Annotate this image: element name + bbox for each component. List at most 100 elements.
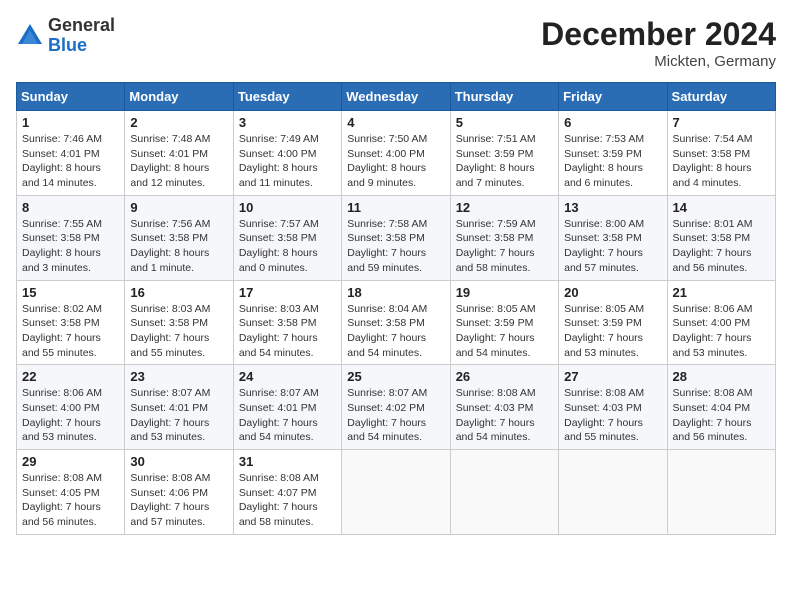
day-number: 7 bbox=[673, 115, 770, 130]
day-info: Sunrise: 7:59 AM Sunset: 3:58 PM Dayligh… bbox=[456, 217, 553, 276]
calendar-cell: 3 Sunrise: 7:49 AM Sunset: 4:00 PM Dayli… bbox=[233, 111, 341, 196]
day-number: 30 bbox=[130, 454, 227, 469]
day-info: Sunrise: 8:08 AM Sunset: 4:05 PM Dayligh… bbox=[22, 471, 119, 530]
calendar-cell: 12 Sunrise: 7:59 AM Sunset: 3:58 PM Dayl… bbox=[450, 195, 558, 280]
logo-icon bbox=[16, 22, 44, 50]
day-number: 31 bbox=[239, 454, 336, 469]
calendar-cell: 10 Sunrise: 7:57 AM Sunset: 3:58 PM Dayl… bbox=[233, 195, 341, 280]
day-info: Sunrise: 7:50 AM Sunset: 4:00 PM Dayligh… bbox=[347, 132, 444, 191]
calendar-cell: 31 Sunrise: 8:08 AM Sunset: 4:07 PM Dayl… bbox=[233, 450, 341, 535]
day-info: Sunrise: 7:48 AM Sunset: 4:01 PM Dayligh… bbox=[130, 132, 227, 191]
calendar-cell: 8 Sunrise: 7:55 AM Sunset: 3:58 PM Dayli… bbox=[17, 195, 125, 280]
weekday-header: Monday bbox=[125, 83, 233, 111]
day-info: Sunrise: 7:53 AM Sunset: 3:59 PM Dayligh… bbox=[564, 132, 661, 191]
day-info: Sunrise: 8:02 AM Sunset: 3:58 PM Dayligh… bbox=[22, 302, 119, 361]
calendar-cell: 15 Sunrise: 8:02 AM Sunset: 3:58 PM Dayl… bbox=[17, 280, 125, 365]
day-info: Sunrise: 8:06 AM Sunset: 4:00 PM Dayligh… bbox=[673, 302, 770, 361]
logo: General Blue bbox=[16, 16, 115, 56]
day-info: Sunrise: 8:08 AM Sunset: 4:04 PM Dayligh… bbox=[673, 386, 770, 445]
month-title: December 2024 bbox=[541, 16, 776, 53]
day-number: 10 bbox=[239, 200, 336, 215]
calendar-cell: 6 Sunrise: 7:53 AM Sunset: 3:59 PM Dayli… bbox=[559, 111, 667, 196]
calendar-cell bbox=[667, 450, 775, 535]
day-number: 24 bbox=[239, 369, 336, 384]
day-number: 25 bbox=[347, 369, 444, 384]
day-info: Sunrise: 8:05 AM Sunset: 3:59 PM Dayligh… bbox=[564, 302, 661, 361]
calendar-cell: 5 Sunrise: 7:51 AM Sunset: 3:59 PM Dayli… bbox=[450, 111, 558, 196]
day-info: Sunrise: 8:08 AM Sunset: 4:06 PM Dayligh… bbox=[130, 471, 227, 530]
day-info: Sunrise: 7:54 AM Sunset: 3:58 PM Dayligh… bbox=[673, 132, 770, 191]
day-number: 4 bbox=[347, 115, 444, 130]
calendar-cell bbox=[342, 450, 450, 535]
calendar-cell: 14 Sunrise: 8:01 AM Sunset: 3:58 PM Dayl… bbox=[667, 195, 775, 280]
day-number: 27 bbox=[564, 369, 661, 384]
day-number: 5 bbox=[456, 115, 553, 130]
day-number: 6 bbox=[564, 115, 661, 130]
day-info: Sunrise: 8:04 AM Sunset: 3:58 PM Dayligh… bbox=[347, 302, 444, 361]
calendar-cell: 2 Sunrise: 7:48 AM Sunset: 4:01 PM Dayli… bbox=[125, 111, 233, 196]
day-info: Sunrise: 7:58 AM Sunset: 3:58 PM Dayligh… bbox=[347, 217, 444, 276]
calendar-cell: 28 Sunrise: 8:08 AM Sunset: 4:04 PM Dayl… bbox=[667, 365, 775, 450]
day-number: 21 bbox=[673, 285, 770, 300]
weekday-header: Sunday bbox=[17, 83, 125, 111]
day-number: 26 bbox=[456, 369, 553, 384]
calendar-week-row: 29 Sunrise: 8:08 AM Sunset: 4:05 PM Dayl… bbox=[17, 450, 776, 535]
day-number: 20 bbox=[564, 285, 661, 300]
day-info: Sunrise: 8:08 AM Sunset: 4:07 PM Dayligh… bbox=[239, 471, 336, 530]
day-info: Sunrise: 8:06 AM Sunset: 4:00 PM Dayligh… bbox=[22, 386, 119, 445]
calendar-cell: 25 Sunrise: 8:07 AM Sunset: 4:02 PM Dayl… bbox=[342, 365, 450, 450]
day-info: Sunrise: 8:03 AM Sunset: 3:58 PM Dayligh… bbox=[239, 302, 336, 361]
calendar-cell: 18 Sunrise: 8:04 AM Sunset: 3:58 PM Dayl… bbox=[342, 280, 450, 365]
calendar-week-row: 22 Sunrise: 8:06 AM Sunset: 4:00 PM Dayl… bbox=[17, 365, 776, 450]
calendar-cell bbox=[450, 450, 558, 535]
calendar-cell: 24 Sunrise: 8:07 AM Sunset: 4:01 PM Dayl… bbox=[233, 365, 341, 450]
day-number: 16 bbox=[130, 285, 227, 300]
calendar-cell: 7 Sunrise: 7:54 AM Sunset: 3:58 PM Dayli… bbox=[667, 111, 775, 196]
day-info: Sunrise: 8:01 AM Sunset: 3:58 PM Dayligh… bbox=[673, 217, 770, 276]
day-info: Sunrise: 7:55 AM Sunset: 3:58 PM Dayligh… bbox=[22, 217, 119, 276]
day-number: 8 bbox=[22, 200, 119, 215]
calendar-cell: 27 Sunrise: 8:08 AM Sunset: 4:03 PM Dayl… bbox=[559, 365, 667, 450]
calendar-week-row: 8 Sunrise: 7:55 AM Sunset: 3:58 PM Dayli… bbox=[17, 195, 776, 280]
calendar-cell: 16 Sunrise: 8:03 AM Sunset: 3:58 PM Dayl… bbox=[125, 280, 233, 365]
day-number: 17 bbox=[239, 285, 336, 300]
logo-general-text: General bbox=[48, 16, 115, 36]
day-number: 15 bbox=[22, 285, 119, 300]
weekday-header: Wednesday bbox=[342, 83, 450, 111]
day-number: 3 bbox=[239, 115, 336, 130]
weekday-header: Thursday bbox=[450, 83, 558, 111]
calendar-week-row: 15 Sunrise: 8:02 AM Sunset: 3:58 PM Dayl… bbox=[17, 280, 776, 365]
day-number: 28 bbox=[673, 369, 770, 384]
day-number: 2 bbox=[130, 115, 227, 130]
day-number: 14 bbox=[673, 200, 770, 215]
day-info: Sunrise: 8:07 AM Sunset: 4:01 PM Dayligh… bbox=[130, 386, 227, 445]
day-info: Sunrise: 7:51 AM Sunset: 3:59 PM Dayligh… bbox=[456, 132, 553, 191]
calendar: SundayMondayTuesdayWednesdayThursdayFrid… bbox=[16, 82, 776, 535]
day-info: Sunrise: 7:46 AM Sunset: 4:01 PM Dayligh… bbox=[22, 132, 119, 191]
calendar-header-row: SundayMondayTuesdayWednesdayThursdayFrid… bbox=[17, 83, 776, 111]
calendar-cell: 13 Sunrise: 8:00 AM Sunset: 3:58 PM Dayl… bbox=[559, 195, 667, 280]
calendar-week-row: 1 Sunrise: 7:46 AM Sunset: 4:01 PM Dayli… bbox=[17, 111, 776, 196]
day-info: Sunrise: 8:00 AM Sunset: 3:58 PM Dayligh… bbox=[564, 217, 661, 276]
day-number: 19 bbox=[456, 285, 553, 300]
calendar-cell: 4 Sunrise: 7:50 AM Sunset: 4:00 PM Dayli… bbox=[342, 111, 450, 196]
day-number: 23 bbox=[130, 369, 227, 384]
header: General Blue December 2024 Mickten, Germ… bbox=[16, 16, 776, 70]
day-info: Sunrise: 7:56 AM Sunset: 3:58 PM Dayligh… bbox=[130, 217, 227, 276]
day-info: Sunrise: 8:07 AM Sunset: 4:01 PM Dayligh… bbox=[239, 386, 336, 445]
day-number: 11 bbox=[347, 200, 444, 215]
day-info: Sunrise: 8:08 AM Sunset: 4:03 PM Dayligh… bbox=[456, 386, 553, 445]
day-info: Sunrise: 8:07 AM Sunset: 4:02 PM Dayligh… bbox=[347, 386, 444, 445]
day-info: Sunrise: 8:08 AM Sunset: 4:03 PM Dayligh… bbox=[564, 386, 661, 445]
calendar-cell: 21 Sunrise: 8:06 AM Sunset: 4:00 PM Dayl… bbox=[667, 280, 775, 365]
day-info: Sunrise: 7:57 AM Sunset: 3:58 PM Dayligh… bbox=[239, 217, 336, 276]
calendar-cell: 20 Sunrise: 8:05 AM Sunset: 3:59 PM Dayl… bbox=[559, 280, 667, 365]
day-number: 22 bbox=[22, 369, 119, 384]
calendar-cell: 11 Sunrise: 7:58 AM Sunset: 3:58 PM Dayl… bbox=[342, 195, 450, 280]
weekday-header: Tuesday bbox=[233, 83, 341, 111]
day-number: 29 bbox=[22, 454, 119, 469]
day-info: Sunrise: 7:49 AM Sunset: 4:00 PM Dayligh… bbox=[239, 132, 336, 191]
calendar-cell: 29 Sunrise: 8:08 AM Sunset: 4:05 PM Dayl… bbox=[17, 450, 125, 535]
calendar-cell: 1 Sunrise: 7:46 AM Sunset: 4:01 PM Dayli… bbox=[17, 111, 125, 196]
day-info: Sunrise: 8:03 AM Sunset: 3:58 PM Dayligh… bbox=[130, 302, 227, 361]
